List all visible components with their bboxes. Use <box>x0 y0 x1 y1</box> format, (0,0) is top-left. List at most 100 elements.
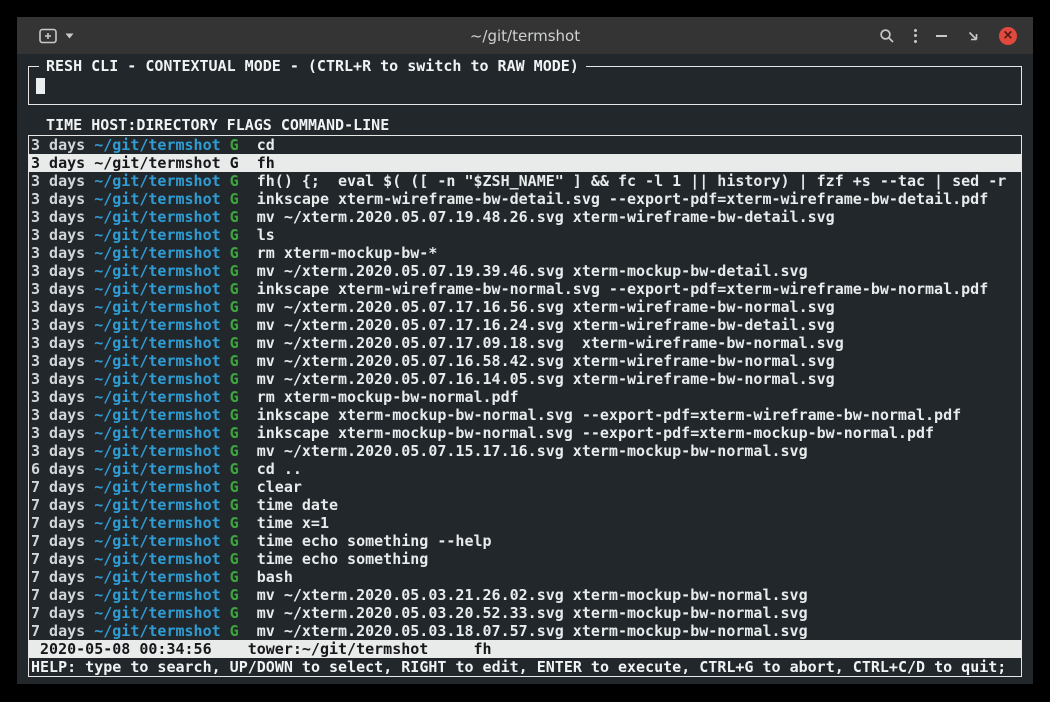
history-row[interactable]: 3 days~/git/termshotGfh() {; eval $( ([ … <box>29 172 1021 190</box>
history-row[interactable]: 3 days~/git/termshotGcd <box>29 136 1021 154</box>
new-tab-button[interactable] <box>39 28 58 44</box>
history-row[interactable]: 3 days~/git/termshotGmv ~/xterm.2020.05.… <box>29 334 1021 352</box>
history-row[interactable]: 7 days~/git/termshotGbash <box>29 568 1021 586</box>
menu-button[interactable] <box>914 29 917 43</box>
time-cell: 7 days <box>31 514 85 532</box>
history-row[interactable]: 3 days~/git/termshotGinkscape xterm-mock… <box>29 424 1021 442</box>
restore-button[interactable] <box>966 29 980 43</box>
search-input-box[interactable]: RESH CLI - CONTEXTUAL MODE - (CTRL+R to … <box>28 66 1022 105</box>
time-cell: 3 days <box>31 316 85 334</box>
terminal-window: ~/git/termshot × <box>17 17 1033 684</box>
flags-cell: G <box>230 172 239 190</box>
directory-cell: ~/git/termshot <box>94 316 220 334</box>
time-cell: 7 days <box>31 478 85 496</box>
flags-cell: G <box>230 586 239 604</box>
flags-cell: G <box>230 460 239 478</box>
directory-cell: ~/git/termshot <box>94 586 220 604</box>
history-row[interactable]: 3 days ~/git/termshot Ginkscape xterm-mock… <box>29 406 1021 424</box>
history-row[interactable]: 7 days~/git/termshotGclear <box>29 478 1021 496</box>
command-cell: mv ~/xterm.2020.05.07.15.17.16.svg xterm… <box>257 442 808 460</box>
minimize-icon <box>936 35 947 37</box>
command-cell: fh() {; eval $( ([ -n "$ZSH_NAME" ] && f… <box>257 172 1007 190</box>
directory-cell: ~/git/termshot <box>94 334 220 352</box>
flags-cell: G <box>230 532 239 550</box>
history-frame: 3 days~/git/termshotGcd 3 days~/git/term… <box>28 136 1022 677</box>
history-row[interactable]: 3 days~/git/termshotGmv ~/xterm.2020.05.… <box>29 208 1021 226</box>
history-row[interactable]: 6 days~/git/termshotGcd .. <box>29 460 1021 478</box>
flags-cell: G <box>230 190 239 208</box>
directory-cell: ~/git/termshot <box>94 226 220 244</box>
history-row[interactable]: 3 days~/git/termshotGmv ~/xterm.2020.05.… <box>29 298 1021 316</box>
status-selected-command: fh <box>473 640 491 658</box>
time-cell: 3 days <box>31 190 85 208</box>
time-cell: 7 days <box>31 496 85 514</box>
time-cell: 3 days <box>31 136 85 154</box>
time-cell: 7 days <box>31 550 85 568</box>
directory-cell: ~/git/termshot <box>94 298 220 316</box>
command-cell: cd <box>257 136 275 154</box>
directory-cell: ~/git/termshot <box>94 406 220 424</box>
command-cell: mv ~/xterm.2020.05.07.17.09.18.svg xterm… <box>257 334 844 352</box>
window-controls: × <box>879 27 1017 45</box>
flags-cell: G <box>230 388 239 406</box>
flags-cell: G <box>230 478 239 496</box>
mode-box-label: RESH CLI - CONTEXTUAL MODE - (CTRL+R to … <box>39 57 586 75</box>
history-row[interactable]: 7 days~/git/termshotGtime echo something… <box>29 532 1021 550</box>
history-row[interactable]: 3 days~/git/termshotGmv ~/xterm.2020.05.… <box>29 316 1021 334</box>
directory-cell: ~/git/termshot <box>94 244 220 262</box>
directory-cell: ~/git/termshot <box>94 604 220 622</box>
command-cell: mv ~/xterm.2020.05.07.16.58.42.svg xterm… <box>257 352 835 370</box>
flags-cell: G <box>230 424 239 442</box>
history-row[interactable]: 3 days~/git/termshotGls <box>29 226 1021 244</box>
command-cell: mv ~/xterm.2020.05.07.19.48.26.svg xterm… <box>257 208 835 226</box>
flags-cell: G <box>230 496 239 514</box>
directory-cell: ~/git/termshot <box>94 154 220 172</box>
history-row[interactable]: 7 days~/git/termshotGtime echo something <box>29 550 1021 568</box>
flags-cell: G <box>230 280 239 298</box>
flags-cell: G <box>230 298 239 316</box>
terminal-screen: RESH CLI - CONTEXTUAL MODE - (CTRL+R to … <box>17 54 1033 684</box>
history-row[interactable]: 3 days~/git/termshotGmv ~/xterm.2020.05.… <box>29 370 1021 388</box>
history-row[interactable]: 3 days~/git/termshotGinkscape xterm-wire… <box>29 280 1021 298</box>
history-row[interactable]: 3 days~/git/termshotGinkscape xterm-wire… <box>29 190 1021 208</box>
flags-cell: G <box>230 370 239 388</box>
history-row[interactable]: 3 days~/git/termshotGrm xterm-mockup-bw-… <box>29 244 1021 262</box>
status-datetime: 2020-05-08 00:34:56 <box>40 640 212 658</box>
minimize-button[interactable] <box>936 35 947 37</box>
kebab-icon <box>914 29 917 32</box>
flags-cell: G <box>230 442 239 460</box>
history-row[interactable]: 7 days~/git/termshotGmv ~/xterm.2020.05.… <box>29 604 1021 622</box>
time-cell: 3 days <box>31 262 85 280</box>
close-button[interactable]: × <box>999 27 1017 45</box>
directory-cell: ~/git/termshot <box>94 352 220 370</box>
history-row[interactable]: 3 days~/git/termshotGfh <box>29 154 1021 172</box>
history-row[interactable]: 3 days~/git/termshotGmv ~/xterm.2020.05.… <box>29 442 1021 460</box>
history-row[interactable]: 7 days~/git/termshotGtime x=1 <box>29 514 1021 532</box>
command-cell: inkscape xterm-mockup-bw-normal.svg --ex… <box>257 406 961 424</box>
command-cell: rm xterm-mockup-bw-* <box>257 244 438 262</box>
history-row[interactable]: 3 days~/git/termshotGrm xterm-mockup-bw-… <box>29 388 1021 406</box>
command-cell: time echo something <box>257 550 429 568</box>
flags-cell: G <box>230 514 239 532</box>
directory-cell: ~/git/termshot <box>94 460 220 478</box>
directory-cell: ~/git/termshot <box>94 388 220 406</box>
directory-cell: ~/git/termshot <box>94 370 220 388</box>
command-cell: inkscape xterm-wireframe-bw-detail.svg -… <box>257 190 989 208</box>
flags-cell: G <box>230 406 239 424</box>
history-row[interactable]: 3 days~/git/termshotGmv ~/xterm.2020.05.… <box>29 262 1021 280</box>
command-cell: rm xterm-mockup-bw-normal.pdf <box>257 388 519 406</box>
directory-cell: ~/git/termshot <box>94 514 220 532</box>
history-row[interactable]: 7 days~/git/termshotGmv ~/xterm.2020.05.… <box>29 586 1021 604</box>
time-cell: 3 days <box>31 406 85 424</box>
search-button[interactable] <box>879 28 895 44</box>
time-cell: 3 days <box>31 280 85 298</box>
command-cell: fh <box>257 154 275 172</box>
tab-dropdown-button[interactable] <box>65 33 74 39</box>
history-row[interactable]: 7 days~/git/termshotGtime date <box>29 496 1021 514</box>
time-cell: 7 days <box>31 586 85 604</box>
history-row[interactable]: 3 days~/git/termshotGmv ~/xterm.2020.05.… <box>29 352 1021 370</box>
time-cell: 7 days <box>31 568 85 586</box>
directory-cell: ~/git/termshot <box>94 568 220 586</box>
time-cell: 7 days <box>31 532 85 550</box>
history-row[interactable]: 7 days~/git/termshotGmv ~/xterm.2020.05.… <box>29 622 1021 640</box>
